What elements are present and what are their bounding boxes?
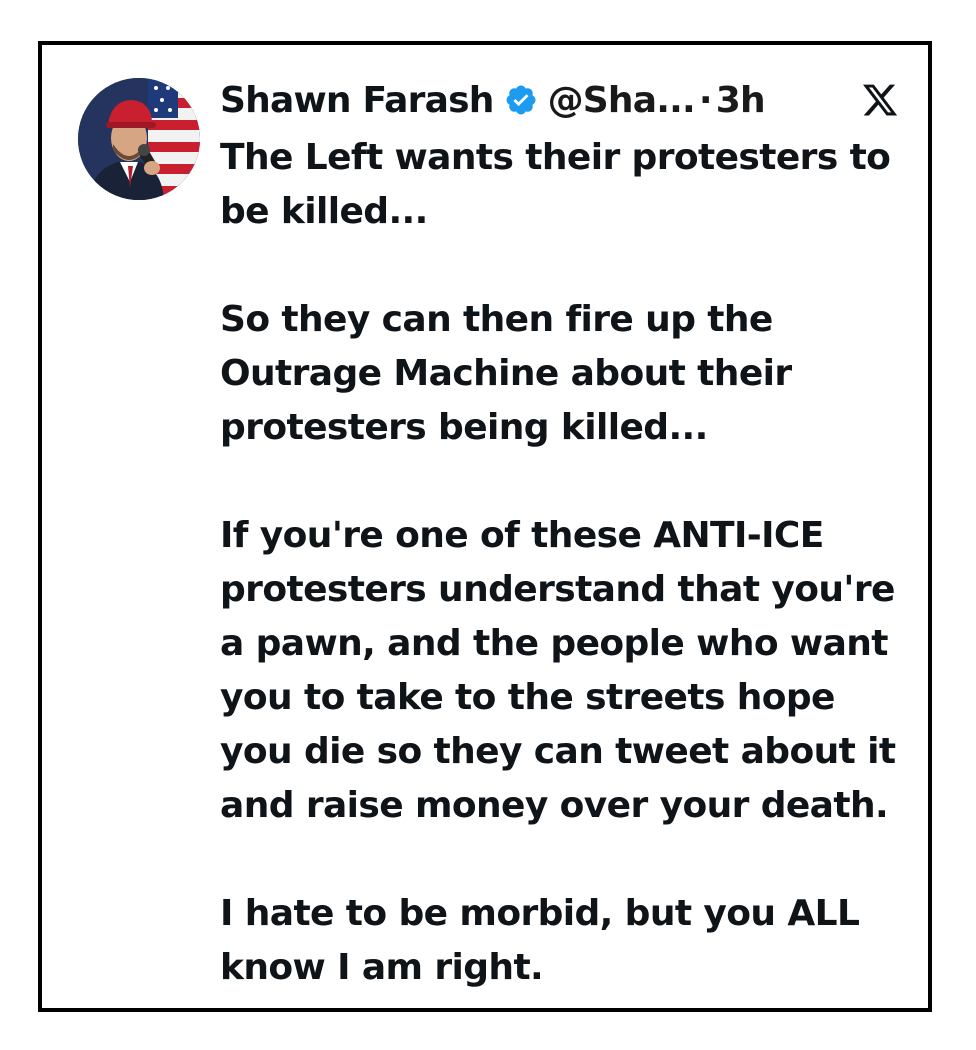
- tweet-text: The Left wants their protesters to be ki…: [220, 131, 920, 995]
- timestamp[interactable]: 3h: [716, 80, 766, 121]
- tweet-paragraph: If you're one of these ANTI-ICE proteste…: [220, 515, 896, 826]
- verified-badge-icon: [504, 83, 538, 117]
- tweet-card: Shawn Farash @Sha... · 3h The Left wants…: [38, 41, 932, 1012]
- avatar[interactable]: [78, 78, 200, 200]
- tweet-paragraph: So they can then fire up the Outrage Mac…: [220, 299, 792, 448]
- tweet-paragraph: The Left wants their protesters to be ki…: [220, 137, 891, 232]
- separator-dot: ·: [698, 79, 713, 121]
- author-handle[interactable]: @Sha...: [548, 80, 696, 121]
- tweet-header: Shawn Farash @Sha... · 3h: [220, 75, 766, 125]
- avatar-image: [78, 78, 200, 200]
- tweet-paragraph: I hate to be morbid, but you ALL know I …: [220, 893, 860, 988]
- x-logo-icon: [860, 81, 900, 119]
- author-name[interactable]: Shawn Farash: [220, 80, 494, 121]
